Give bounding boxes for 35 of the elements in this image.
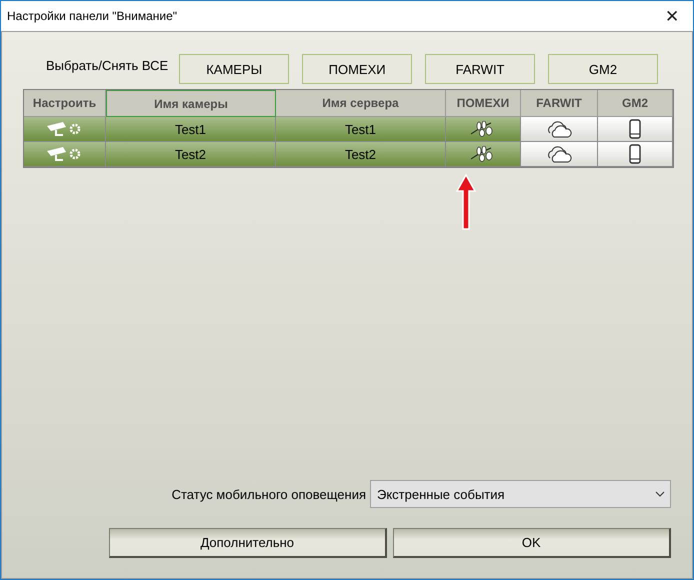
status-dropdown[interactable]: Экстренные события: [370, 480, 671, 508]
toggle-cell[interactable]: [521, 142, 598, 167]
column-header[interactable]: Настроить: [24, 90, 106, 117]
table-cell: Test1: [106, 117, 276, 142]
settings-cell[interactable]: [24, 142, 106, 167]
column-header[interactable]: GM2: [598, 90, 673, 117]
dialog-button[interactable]: Дополнительно: [109, 528, 386, 558]
window-title: Настройки панели "Внимание": [7, 9, 178, 23]
toggle-cell[interactable]: [446, 142, 521, 167]
arrow-icon: [455, 173, 477, 231]
toggle-cell[interactable]: [598, 142, 673, 167]
status-label: Статус мобильного оповещения: [172, 486, 366, 502]
toggle-cell[interactable]: [521, 117, 598, 142]
toggle-cell[interactable]: [598, 117, 673, 142]
column-header[interactable]: Имя камеры: [106, 90, 276, 117]
phone-icon: [629, 119, 641, 139]
column-header[interactable]: ПОМЕХИ: [446, 90, 521, 117]
table-cell: Test1: [276, 117, 446, 142]
table-cell: Test2: [106, 142, 276, 167]
chevron-icon: [655, 491, 665, 497]
phone-icon: [629, 144, 641, 164]
select-all-button[interactable]: FARWIT: [425, 54, 536, 84]
select-all-button[interactable]: GM2: [548, 54, 658, 84]
toggle-cell[interactable]: [446, 117, 521, 142]
close-button[interactable]: ✕: [655, 2, 689, 30]
dialog-button[interactable]: OK: [392, 528, 671, 558]
select-all-button[interactable]: КАМЕРЫ: [179, 54, 290, 84]
select-all-label: Выбрать/Снять ВСЕ: [46, 58, 168, 72]
cloud-icon: [545, 120, 573, 138]
cloud-icon: [545, 145, 573, 163]
settings-cell[interactable]: [24, 117, 106, 142]
column-header[interactable]: FARWIT: [521, 90, 598, 117]
table-cell: Test2: [276, 142, 446, 167]
select-all-button[interactable]: ПОМЕХИ: [302, 54, 412, 84]
column-header[interactable]: Имя сервера: [276, 90, 446, 117]
